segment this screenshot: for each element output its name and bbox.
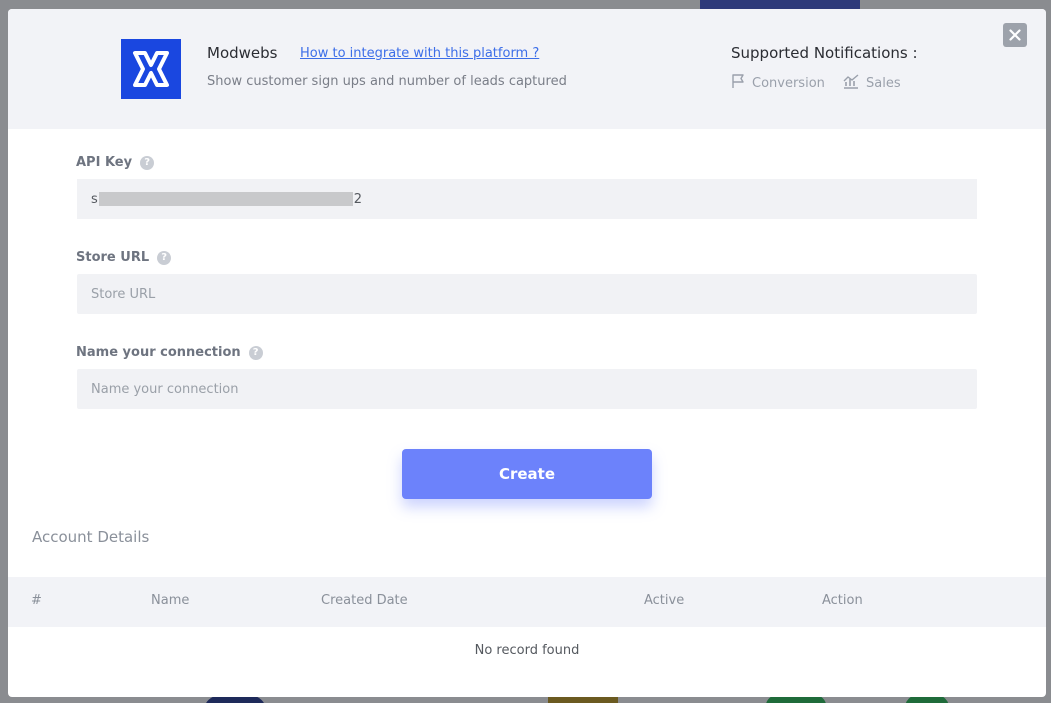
- background-nav-button: [700, 0, 860, 9]
- integration-modal: Modwebs How to integrate with this platf…: [8, 9, 1046, 697]
- close-icon: [1009, 26, 1021, 45]
- sales-chart-icon: [842, 73, 860, 93]
- column-header-created-date: Created Date: [321, 593, 408, 608]
- api-key-label: API Key ?: [76, 155, 155, 170]
- modal-header: Modwebs How to integrate with this platf…: [8, 9, 1046, 129]
- help-icon[interactable]: ?: [140, 155, 155, 170]
- connection-name-label: Name your connection ?: [76, 345, 263, 360]
- table-header: # Name Created Date Active Action: [8, 577, 1046, 627]
- help-icon[interactable]: ?: [248, 345, 263, 360]
- platform-name: Modwebs: [207, 44, 278, 62]
- column-header-action: Action: [822, 593, 863, 608]
- notification-label: Conversion: [752, 75, 825, 91]
- api-key-value-start: s: [91, 191, 98, 207]
- supported-notifications-title: Supported Notifications :: [731, 44, 918, 62]
- api-key-field[interactable]: s 2: [77, 179, 977, 219]
- empty-table-message: No record found: [474, 643, 580, 658]
- column-header-number: #: [31, 593, 42, 608]
- modwebs-logo: [121, 39, 181, 99]
- store-url-input[interactable]: [77, 274, 977, 314]
- notification-label: Sales: [866, 75, 901, 91]
- flag-icon: [730, 73, 746, 93]
- store-url-label: Store URL ?: [76, 250, 172, 265]
- connection-name-label-text: Name your connection: [76, 345, 241, 360]
- notification-sales: Sales: [842, 73, 901, 93]
- redacted-block: [98, 192, 353, 206]
- column-header-active: Active: [644, 593, 685, 608]
- api-key-value-end: 2: [353, 191, 363, 207]
- help-icon[interactable]: ?: [157, 250, 172, 265]
- notification-conversion: Conversion: [730, 73, 825, 93]
- platform-description: Show customer sign ups and number of lea…: [207, 74, 567, 89]
- account-details-title: Account Details: [32, 528, 150, 546]
- store-url-label-text: Store URL: [76, 250, 150, 265]
- api-key-label-text: API Key: [76, 155, 133, 170]
- close-button[interactable]: [1003, 23, 1027, 47]
- column-header-name: Name: [151, 593, 190, 608]
- integration-help-link[interactable]: How to integrate with this platform ?: [300, 46, 539, 61]
- create-button[interactable]: Create: [402, 449, 652, 499]
- connection-name-input[interactable]: [77, 369, 977, 409]
